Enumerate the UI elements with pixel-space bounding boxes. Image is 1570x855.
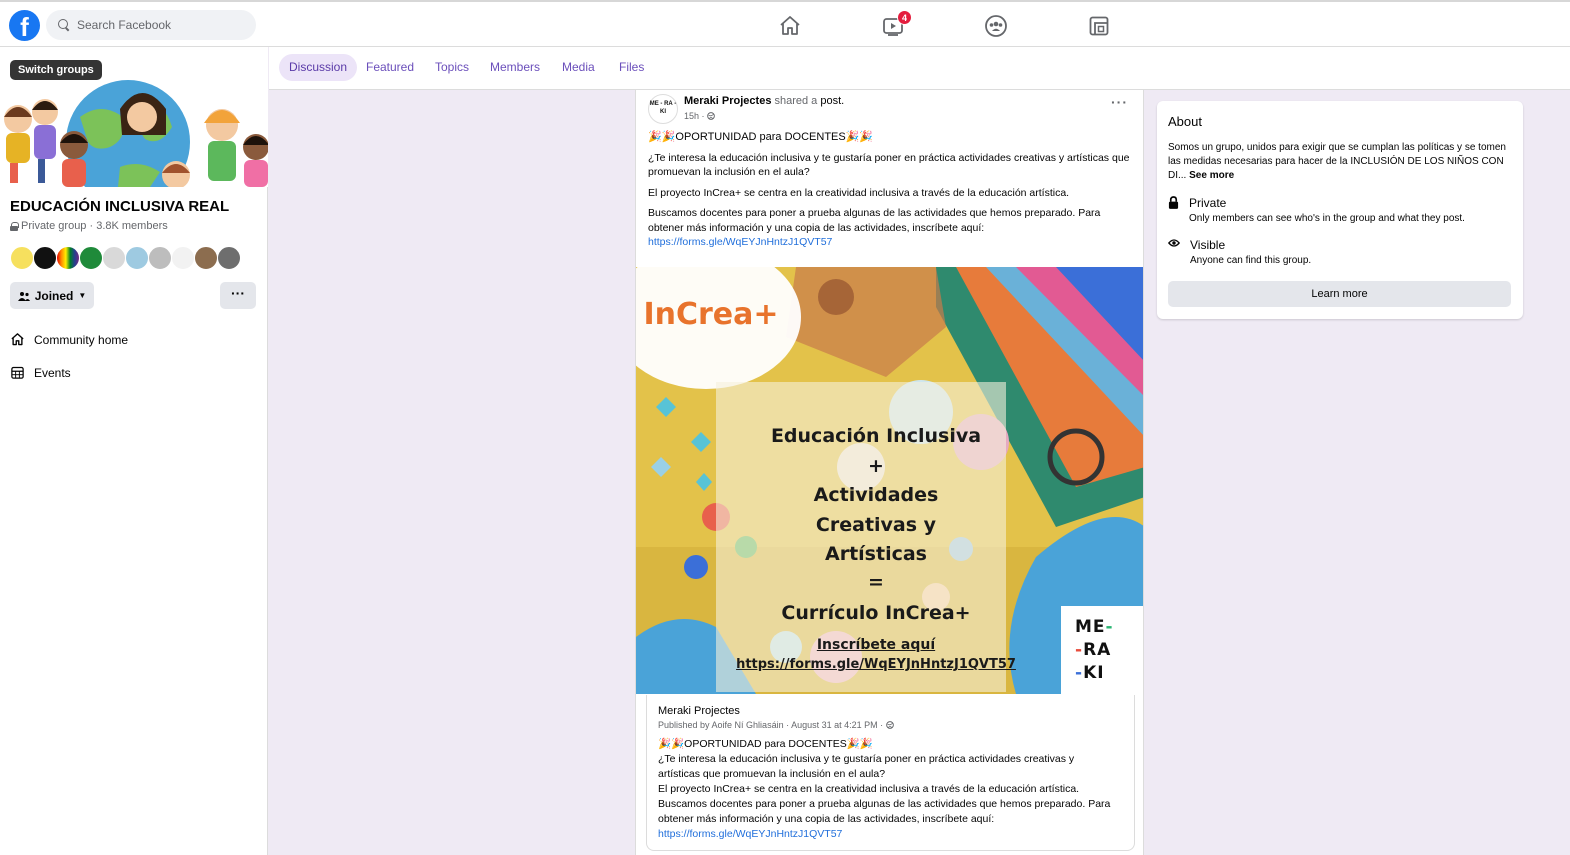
private-description: Only members can see who's in the group … bbox=[1189, 213, 1465, 224]
post-author-name[interactable]: Meraki Projectes bbox=[684, 95, 771, 107]
tab-files[interactable]: Files bbox=[619, 54, 644, 81]
post-paragraph: El proyecto InCrea+ se centra en la crea… bbox=[648, 186, 1070, 199]
members-icon bbox=[17, 291, 30, 301]
watch-notification-badge: 4 bbox=[897, 10, 912, 25]
globe-icon bbox=[885, 721, 894, 729]
shared-post-paragraph: Buscamos docentes para poner a prueba al… bbox=[658, 798, 1111, 825]
post-headline: 🎉🎉OPORTUNIDAD para DOCENTES🎉🎉 bbox=[648, 131, 874, 143]
more-options-button[interactable]: ··· bbox=[220, 282, 256, 309]
shared-post-link[interactable]: post. bbox=[820, 95, 844, 107]
member-avatar[interactable] bbox=[125, 246, 149, 270]
about-description: Somos un grupo, unidos para exigir que s… bbox=[1168, 142, 1506, 181]
post-time-text: 15h · bbox=[684, 111, 708, 121]
image-line-1: Educación Inclusiva bbox=[770, 425, 982, 447]
image-url: https://forms.gle/WqEYJnHntzJ1QVT57 bbox=[736, 657, 1016, 672]
member-avatar[interactable] bbox=[33, 246, 57, 270]
joined-label: Joined bbox=[34, 288, 74, 303]
increa-logo: InCrea+ bbox=[643, 297, 779, 332]
post-paragraph: Buscamos docentes para poner a prueba al… bbox=[648, 207, 1101, 234]
member-avatar[interactable] bbox=[194, 246, 218, 270]
shared-post-preview[interactable]: Meraki Projectes Published by Aoife Ní G… bbox=[646, 695, 1135, 851]
group-tabs: Discussion Featured Topics Members Media… bbox=[269, 47, 1570, 90]
member-avatar[interactable] bbox=[148, 246, 172, 270]
globe-icon bbox=[707, 112, 715, 120]
tab-featured[interactable]: Featured bbox=[366, 54, 414, 81]
image-plus: + bbox=[868, 455, 884, 477]
caret-down-icon: ▼ bbox=[78, 291, 87, 300]
member-avatars bbox=[10, 246, 241, 270]
switch-groups-tooltip[interactable]: Switch groups bbox=[10, 60, 102, 80]
tab-discussion[interactable]: Discussion bbox=[279, 54, 358, 81]
calendar-icon bbox=[11, 366, 24, 379]
shared-post-author[interactable]: Meraki Projectes bbox=[658, 705, 740, 717]
shared-post-paragraph: El proyecto InCrea+ se centra en la crea… bbox=[658, 783, 1080, 795]
meraki-corner-logo: ME- -RA -KI bbox=[1061, 606, 1143, 694]
member-avatar[interactable] bbox=[56, 246, 80, 270]
group-cover-image[interactable]: Switch groups bbox=[0, 47, 268, 187]
post-author-avatar[interactable]: ME - RA - KI bbox=[648, 94, 678, 124]
shared-post-paragraph: ¿Te interesa la educación inclusiva y te… bbox=[658, 753, 1075, 780]
shared-post-link[interactable]: https://forms.gle/WqEYJnHntzJ1QVT57 bbox=[658, 827, 1118, 842]
gaming-icon[interactable] bbox=[1087, 14, 1111, 38]
search-placeholder: Search Facebook bbox=[77, 18, 172, 32]
image-line-5: Currículo InCrea+ bbox=[781, 602, 971, 624]
left-sidebar: Switch groups EDUCACIÓN INCLUSIVA REAL P… bbox=[0, 47, 268, 855]
search-icon bbox=[58, 19, 70, 31]
sidebar-item-label: Community home bbox=[34, 332, 129, 347]
image-cta: Inscríbete aquí bbox=[816, 637, 936, 653]
post-body: 🎉🎉OPORTUNIDAD para DOCENTES🎉🎉 ¿Te intere… bbox=[648, 130, 1136, 256]
group-name[interactable]: EDUCACIÓN INCLUSIVA REAL bbox=[10, 198, 229, 215]
member-avatar[interactable] bbox=[79, 246, 103, 270]
lock-icon bbox=[10, 221, 19, 231]
eye-icon bbox=[1168, 239, 1180, 247]
sidebar-item-label: Events bbox=[34, 365, 71, 380]
lock-icon bbox=[1168, 196, 1179, 209]
privacy-info: Private Only members can see who's in th… bbox=[1168, 196, 1465, 224]
image-line-3: Creativas y bbox=[815, 514, 937, 536]
group-meta: Private group · 3.8K members bbox=[10, 220, 168, 232]
home-outline-icon bbox=[11, 333, 24, 346]
facebook-logo[interactable]: f bbox=[9, 10, 40, 41]
post-image[interactable]: InCrea+ Educación Inclusiva + Actividade… bbox=[636, 267, 1143, 694]
post-timestamp[interactable]: 15h · bbox=[684, 111, 715, 121]
groups-icon[interactable] bbox=[984, 14, 1008, 38]
member-avatar[interactable] bbox=[10, 246, 34, 270]
top-bar: f Search Facebook 4 bbox=[0, 0, 1570, 47]
post-paragraph: ¿Te interesa la educación inclusiva y te… bbox=[648, 151, 1130, 179]
tab-topics[interactable]: Topics bbox=[435, 54, 469, 81]
group-meta-text: Private group · 3.8K members bbox=[21, 220, 168, 232]
tab-members[interactable]: Members bbox=[490, 54, 540, 81]
home-icon[interactable] bbox=[778, 14, 802, 38]
visibility-info: Visible Anyone can find this group. bbox=[1168, 238, 1311, 266]
shared-post-meta: Published by Aoife Ní Ghliasáin · August… bbox=[658, 720, 894, 730]
image-line-4: Artísticas bbox=[825, 543, 927, 565]
sidebar-item-community-home[interactable]: Community home bbox=[10, 332, 128, 347]
tab-media[interactable]: Media bbox=[562, 54, 595, 81]
sidebar-item-events[interactable]: Events bbox=[10, 365, 71, 380]
see-more-link[interactable]: See more bbox=[1189, 170, 1234, 181]
visible-description: Anyone can find this group. bbox=[1190, 255, 1312, 266]
image-equals: = bbox=[868, 571, 884, 593]
search-bar[interactable]: Search Facebook bbox=[46, 10, 256, 40]
private-title: Private bbox=[1189, 196, 1227, 210]
visible-title: Visible bbox=[1190, 238, 1226, 252]
post-action-text: shared a bbox=[771, 95, 821, 107]
image-line-2: Actividades bbox=[813, 484, 939, 506]
about-card: About Somos un grupo, unidos para exigir… bbox=[1157, 101, 1523, 319]
post-header: Meraki Projectes shared a post. bbox=[684, 95, 844, 107]
post-link[interactable]: https://forms.gle/WqEYJnHntzJ1QVT57 bbox=[648, 235, 1136, 250]
feed-post: ME - RA - KI Meraki Projectes shared a p… bbox=[635, 90, 1144, 855]
member-avatar[interactable] bbox=[217, 246, 241, 270]
about-title: About bbox=[1168, 114, 1202, 129]
member-avatar[interactable] bbox=[102, 246, 126, 270]
shared-post-headline: 🎉🎉OPORTUNIDAD para DOCENTES🎉🎉 bbox=[658, 738, 873, 750]
post-more-options-icon[interactable]: ··· bbox=[1111, 94, 1128, 110]
member-avatar[interactable] bbox=[171, 246, 195, 270]
joined-button[interactable]: Joined ▼ bbox=[10, 282, 94, 309]
shared-post-body: 🎉🎉OPORTUNIDAD para DOCENTES🎉🎉 ¿Te intere… bbox=[658, 737, 1118, 842]
learn-more-button[interactable]: Learn more bbox=[1168, 281, 1511, 307]
